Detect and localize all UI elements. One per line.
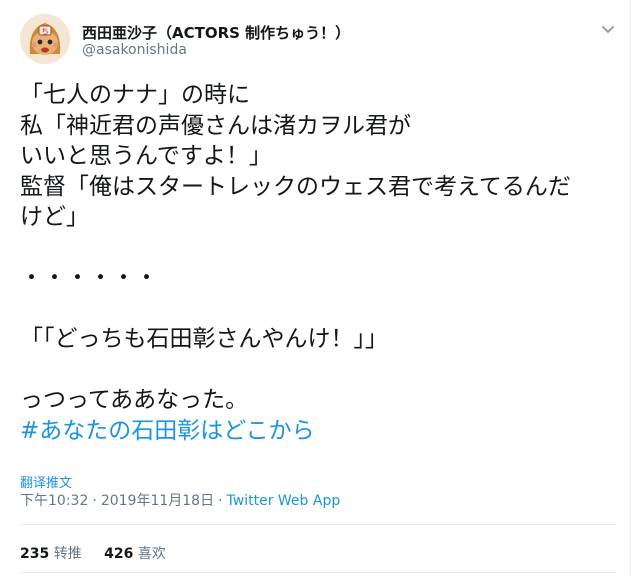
author-handle[interactable]: @asakonishida — [82, 42, 187, 58]
divider — [20, 572, 616, 573]
tweet-stats: 235 转推 426 喜欢 — [20, 543, 184, 563]
tweet-text-line — [20, 294, 620, 325]
likes-label: 喜欢 — [137, 546, 166, 562]
chevron-down-icon — [602, 26, 614, 33]
tweet-text-line — [20, 233, 620, 264]
avatar[interactable]: ち — [20, 14, 70, 64]
meta-separator: · — [92, 493, 97, 509]
tweet-text-line: けど」 — [20, 204, 89, 230]
translate-tweet-link[interactable]: 翻译推文 — [20, 472, 72, 491]
tweet-text-line: 私「神近君の声優さんは渚カヲル君が — [20, 112, 411, 139]
tweet-text-line: ・・・・・・ — [20, 265, 158, 291]
tweet-time[interactable]: 下午10:32 — [20, 493, 88, 509]
retweets-count: 235 — [20, 546, 50, 562]
tweet-text-line: っつってああなった。 — [20, 387, 249, 413]
tweet-date[interactable]: 2019年11月18日 — [101, 493, 214, 509]
tweet-timestamp: 下午10:32 · 2019年11月18日 · Twitter Web App — [20, 490, 340, 510]
tweet-text-line: 監督「俺はスタートレックのウェス君で考えてるんだ — [20, 173, 571, 200]
tweet-text-line: 「「どっちも石田彰さんやんけ！」」 — [20, 326, 388, 352]
tweet-text-line: 「七人のナナ」の時に — [20, 82, 250, 108]
retweets-label: 转推 — [53, 546, 82, 562]
tweet-text-line: いいと思うんですよ！」 — [20, 143, 272, 169]
tweet-source-link[interactable]: Twitter Web App — [227, 493, 341, 509]
meta-separator: · — [218, 493, 223, 509]
hashtag-link[interactable]: #あなたの石田彰はどこから — [20, 416, 620, 447]
avatar-character-icon: ち — [20, 14, 70, 64]
tweet-text-line — [20, 355, 620, 386]
tweet-card: ち 西田亜沙子（ACTORS 制作ちゅう！） @asakonishida 「七人… — [0, 0, 631, 576]
likes-count: 426 — [104, 546, 134, 562]
likes-stat[interactable]: 426 喜欢 — [104, 546, 166, 562]
tweet-menu-button[interactable] — [599, 20, 617, 38]
retweets-stat[interactable]: 235 转推 — [20, 546, 82, 562]
divider — [20, 524, 616, 525]
tweet-text: 「七人のナナ」の時に 私「神近君の声優さんは渚カヲル君が いいと思うんですよ！」… — [20, 80, 620, 446]
svg-text:ち: ち — [41, 27, 49, 36]
author-name[interactable]: 西田亜沙子（ACTORS 制作ちゅう！） — [82, 22, 350, 43]
